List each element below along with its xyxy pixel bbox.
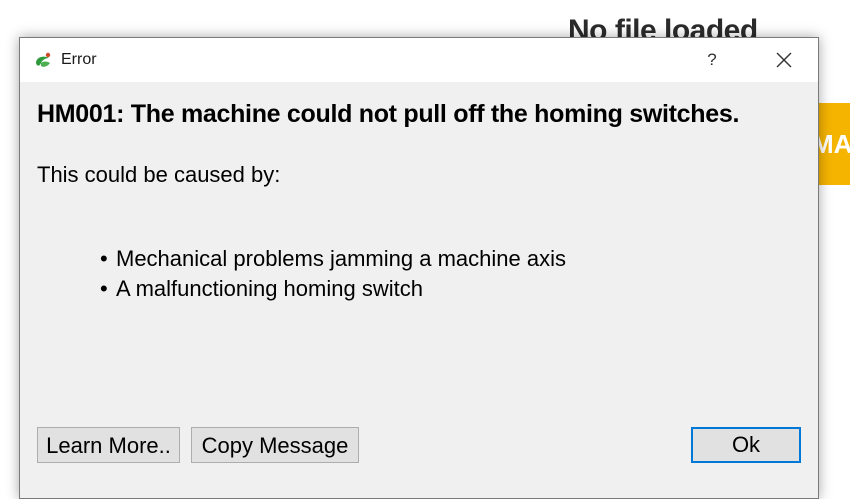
close-button[interactable] — [762, 44, 806, 76]
dialog-titlebar[interactable]: Error ? — [20, 38, 818, 82]
dialog-title: Error — [61, 51, 97, 68]
bullet-glyph: • — [100, 246, 108, 271]
ok-button[interactable]: Ok — [691, 427, 801, 463]
learn-more-button[interactable]: Learn More.. — [37, 427, 180, 463]
bullet-glyph: • — [100, 276, 108, 301]
cause-list: • Mechanical problems jamming a machine a… — [100, 244, 566, 304]
copy-message-button[interactable]: Copy Message — [191, 427, 359, 463]
cause-intro: This could be caused by: — [37, 162, 281, 187]
cause-text: Mechanical problems jamming a machine ax… — [116, 246, 566, 271]
app-logo-icon — [32, 49, 54, 71]
cause-text: A malfunctioning homing switch — [116, 276, 423, 301]
close-icon — [776, 52, 792, 68]
error-dialog: Error ? HM001: The machine could not pul… — [19, 37, 819, 499]
list-item: • Mechanical problems jamming a machine a… — [100, 244, 566, 274]
help-button[interactable]: ? — [692, 44, 732, 76]
error-heading: HM001: The machine could not pull off th… — [37, 100, 740, 128]
list-item: • A malfunctioning homing switch — [100, 274, 566, 304]
